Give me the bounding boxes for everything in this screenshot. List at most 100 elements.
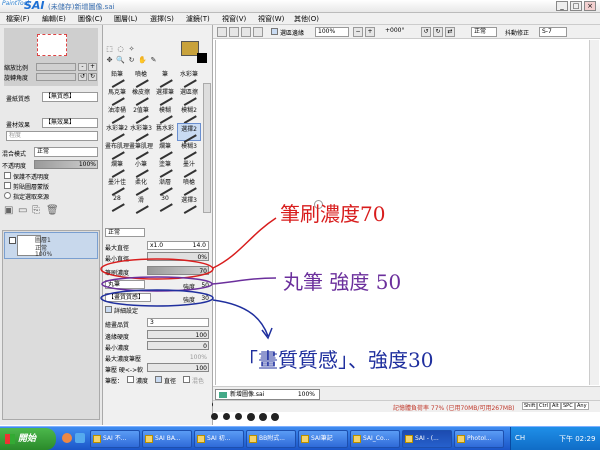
brush-shape-select[interactable]: 丸筆 bbox=[105, 280, 145, 289]
layer-visibility-icon[interactable] bbox=[9, 237, 16, 244]
max-diameter-field[interactable]: x1.0 14.0 bbox=[147, 241, 209, 250]
brush-size-preset[interactable] bbox=[246, 413, 255, 421]
brush-mode-select[interactable]: 正常 bbox=[105, 228, 145, 237]
zoom-in-button[interactable]: + bbox=[88, 63, 97, 71]
angle-field[interactable]: +000° bbox=[383, 27, 417, 37]
brush-size-preset[interactable] bbox=[235, 413, 242, 420]
language-indicator[interactable]: CH bbox=[515, 434, 525, 442]
browser-icon[interactable] bbox=[62, 433, 72, 443]
selection-source-radio[interactable] bbox=[4, 192, 11, 199]
drawing-canvas[interactable] bbox=[215, 40, 586, 385]
stabilizer-select[interactable]: S-7 bbox=[539, 27, 567, 37]
eyedropper-icon[interactable]: ✎ bbox=[149, 56, 158, 65]
toolbar-button-2[interactable] bbox=[229, 27, 239, 37]
menu-other[interactable]: 其他(O) bbox=[294, 14, 319, 24]
brush-cell[interactable]: 模糊 bbox=[153, 105, 177, 125]
brush-cell[interactable]: 柔化 bbox=[129, 177, 153, 197]
brush-cell[interactable]: 選擇2 bbox=[177, 123, 201, 144]
brush-cell[interactable]: 舊水彩 bbox=[153, 123, 177, 143]
menu-edit[interactable]: 編輯(E) bbox=[42, 14, 66, 24]
brush-cell[interactable]: 畫筆肌理 bbox=[129, 141, 153, 161]
brush-cell[interactable]: 爛筆 bbox=[105, 159, 129, 179]
hand-icon[interactable]: ✋ bbox=[138, 56, 147, 65]
brush-cell[interactable]: 選區擦 bbox=[177, 87, 201, 107]
brush-size-preset[interactable] bbox=[270, 413, 279, 421]
menu-window[interactable]: 視窗(W) bbox=[258, 14, 284, 24]
brush-scrollbar[interactable] bbox=[203, 83, 211, 213]
select-rect-icon[interactable]: ⬚ bbox=[105, 45, 114, 54]
toolbar-button-1[interactable] bbox=[217, 27, 227, 37]
paper-texture-select[interactable]: 【無質感】 bbox=[42, 92, 98, 102]
brush-cell[interactable]: 模糊2 bbox=[177, 105, 201, 125]
brush-cell[interactable]: 水彩筆3 bbox=[129, 123, 153, 143]
canvas-scrollbar[interactable] bbox=[589, 40, 599, 385]
protect-opacity-checkbox[interactable] bbox=[4, 172, 11, 179]
rotate-right-button[interactable]: ↻ bbox=[88, 73, 97, 81]
maximize-button[interactable]: □ bbox=[570, 1, 582, 11]
brush-size-preset[interactable] bbox=[211, 413, 218, 420]
pressure-blend-checkbox[interactable] bbox=[183, 376, 190, 383]
layer-row[interactable]: 圖層1 正常 100% bbox=[4, 232, 98, 259]
close-button[interactable]: × bbox=[584, 1, 596, 11]
menu-layer[interactable]: 圖層(L) bbox=[114, 14, 137, 24]
zoom-slider[interactable] bbox=[36, 63, 76, 71]
copy-layer-icon[interactable]: ⎘ bbox=[32, 205, 40, 216]
lasso-icon[interactable]: ◌ bbox=[116, 45, 125, 54]
navigator-viewport[interactable] bbox=[37, 34, 67, 56]
brush-cell[interactable]: 筆 bbox=[153, 69, 177, 89]
new-layer-icon[interactable]: ▣ bbox=[4, 205, 13, 216]
move-icon[interactable]: ✥ bbox=[105, 56, 114, 65]
pressure-diameter-checkbox[interactable] bbox=[155, 376, 162, 383]
brush-cell[interactable]: 墨汁 bbox=[177, 159, 201, 179]
start-button[interactable]: 開始 bbox=[0, 428, 56, 450]
zoom-in-icon[interactable]: + bbox=[365, 27, 375, 37]
rotate-slider[interactable] bbox=[36, 73, 76, 81]
rotate-left-button[interactable]: ↺ bbox=[78, 73, 87, 81]
brush-cell[interactable]: 馬克筆 bbox=[105, 87, 129, 107]
taskbar-button[interactable]: BB附式... bbox=[246, 430, 296, 448]
taskbar-button[interactable]: SAI 不... bbox=[90, 430, 140, 448]
rotate-icon[interactable]: ↻ bbox=[127, 56, 136, 65]
brush-cell[interactable]: 模糊3 bbox=[177, 141, 201, 161]
brush-size-preset[interactable] bbox=[258, 413, 267, 421]
rotate-cw-icon[interactable]: ↻ bbox=[433, 27, 443, 37]
brush-cell[interactable]: 28 bbox=[105, 195, 129, 213]
zoom-select[interactable]: 100% bbox=[315, 27, 349, 37]
menu-file[interactable]: 檔案(F) bbox=[6, 14, 30, 24]
clipping-checkbox[interactable] bbox=[4, 182, 11, 189]
menu-select[interactable]: 選擇(S) bbox=[150, 14, 174, 24]
toolbar-button-4[interactable] bbox=[253, 27, 263, 37]
new-folder-icon[interactable]: ▭ bbox=[18, 205, 27, 216]
taskbar-button[interactable]: SAI - (... bbox=[402, 430, 452, 448]
minimize-button[interactable]: _ bbox=[556, 1, 568, 11]
flip-icon[interactable]: ⇄ bbox=[445, 27, 455, 37]
brush-size-preset[interactable] bbox=[223, 413, 230, 420]
menu-filter[interactable]: 濾鏡(T) bbox=[186, 14, 210, 24]
taskbar-button[interactable]: SAI_Co... bbox=[350, 430, 400, 448]
pressure-density-checkbox[interactable] bbox=[127, 376, 134, 383]
brush-cell[interactable]: 鉛筆 bbox=[105, 69, 129, 89]
effect-degree-field[interactable]: 程度 bbox=[6, 131, 98, 141]
brush-cell[interactable]: 滑 bbox=[129, 195, 153, 215]
delete-layer-icon[interactable]: 🗑 bbox=[46, 205, 59, 216]
paper-effect-select[interactable]: 【無效果】 bbox=[42, 118, 98, 128]
blend-select[interactable]: 正常 bbox=[471, 27, 497, 37]
brush-cell[interactable]: 2值筆 bbox=[129, 105, 153, 125]
brush-cell[interactable]: 畫布肌理 bbox=[105, 141, 129, 161]
brush-texture-select[interactable]: 【畫質質感】 bbox=[105, 293, 151, 302]
aa-checkbox[interactable] bbox=[271, 28, 278, 35]
ie-icon[interactable] bbox=[75, 433, 85, 443]
taskbar-button[interactable]: SAI BA... bbox=[142, 430, 192, 448]
brush-cell[interactable]: 水彩筆 bbox=[177, 69, 201, 89]
rotate-ccw-icon[interactable]: ↺ bbox=[421, 27, 431, 37]
magic-wand-icon[interactable]: ✧ bbox=[127, 45, 136, 54]
brush-cell[interactable]: 塗筆 bbox=[153, 159, 177, 179]
taskbar-button[interactable]: PhotoI... bbox=[454, 430, 504, 448]
brush-cell[interactable]: 墨汁佳 bbox=[105, 177, 129, 197]
menu-canvas[interactable]: 圖像(C) bbox=[78, 14, 102, 24]
document-tab[interactable]: 新增圖像.sai 100% bbox=[215, 389, 320, 400]
brush-cell[interactable]: 小筆 bbox=[129, 159, 153, 179]
brush-cell[interactable]: 漸層 bbox=[153, 177, 177, 197]
brush-cell[interactable]: 噴槍 bbox=[177, 177, 201, 197]
detail-settings-checkbox[interactable] bbox=[105, 306, 112, 313]
